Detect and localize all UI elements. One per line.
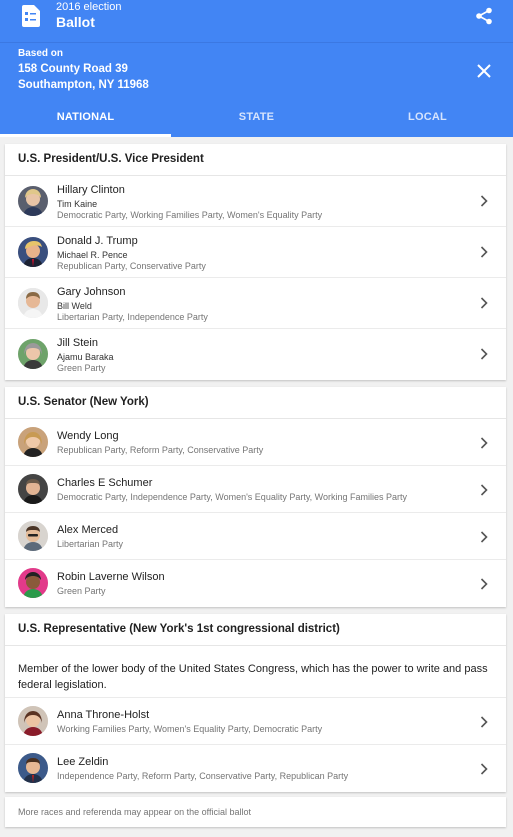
avatar — [18, 568, 48, 598]
address-line1: 158 County Road 39 — [18, 63, 128, 75]
candidate-row[interactable]: Anna Throne-Holst Working Families Party… — [5, 698, 506, 745]
candidate-row[interactable]: Robin Laverne Wilson Green Party — [5, 560, 506, 607]
chevron-right-icon — [480, 246, 488, 258]
share-icon[interactable] — [475, 7, 493, 25]
avatar — [18, 237, 48, 267]
chevron-right-icon — [480, 763, 488, 775]
avatar — [18, 186, 48, 216]
candidate-row[interactable]: Donald J. Trump Michael R. Pence Republi… — [5, 227, 506, 278]
candidate-parties: Green Party — [57, 363, 106, 373]
candidate-parties: Working Families Party, Women's Equality… — [57, 724, 323, 734]
race-title: U.S. Senator (New York) — [5, 387, 506, 419]
race-title: U.S. Representative (New York's 1st cong… — [5, 614, 506, 646]
candidate-row[interactable]: Gary Johnson Bill Weld Libertarian Party… — [5, 278, 506, 329]
chevron-right-icon — [480, 348, 488, 360]
chevron-right-icon — [480, 297, 488, 309]
avatar — [18, 288, 48, 318]
race-card-senator: U.S. Senator (New York) Wendy Long Repub… — [5, 387, 506, 607]
candidate-name: Robin Laverne Wilson — [57, 571, 165, 583]
candidate-parties: Libertarian Party — [57, 539, 124, 549]
avatar — [18, 427, 48, 457]
candidate-name: Gary Johnson — [57, 286, 126, 298]
chevron-right-icon — [480, 484, 488, 496]
candidate-parties: Libertarian Party, Independence Party — [57, 312, 208, 322]
race-card-president: U.S. President/U.S. Vice President Hilla… — [5, 144, 506, 380]
tab-state[interactable]: STATE — [171, 99, 342, 137]
candidate-parties: Democratic Party, Working Families Party… — [57, 210, 323, 220]
address-bar: Based on 158 County Road 39 Southampton,… — [0, 42, 513, 99]
app-subtitle: 2016 election — [56, 1, 122, 13]
candidate-name: Alex Merced — [57, 524, 119, 536]
candidate-parties: Green Party — [57, 586, 106, 596]
close-icon[interactable] — [477, 64, 491, 78]
ballot-footnote: More races and referenda may appear on t… — [5, 797, 506, 827]
candidate-name: Charles E Schumer — [57, 477, 153, 489]
ballot-icon — [22, 5, 40, 27]
avatar — [18, 706, 48, 736]
avatar — [18, 521, 48, 551]
avatar — [18, 753, 48, 783]
candidate-name: Jill Stein — [57, 337, 98, 349]
chevron-right-icon — [480, 195, 488, 207]
race-title: U.S. President/U.S. Vice President — [5, 144, 506, 176]
app-title: Ballot — [56, 14, 95, 30]
race-description: Member of the lower body of the United S… — [5, 646, 506, 698]
running-mate: Bill Weld — [57, 301, 92, 311]
candidate-name: Lee Zeldin — [57, 756, 109, 768]
candidate-row[interactable]: Wendy Long Republican Party, Reform Part… — [5, 419, 506, 466]
candidate-name: Anna Throne-Holst — [57, 709, 150, 721]
candidate-row[interactable]: Alex Merced Libertarian Party — [5, 513, 506, 560]
chevron-right-icon — [480, 531, 488, 543]
running-mate: Tim Kaine — [57, 199, 98, 209]
candidate-parties: Independence Party, Reform Party, Conser… — [57, 771, 349, 781]
candidate-name: Hillary Clinton — [57, 184, 125, 196]
chevron-right-icon — [480, 578, 488, 590]
avatar — [18, 474, 48, 504]
candidate-row[interactable]: Jill Stein Ajamu Baraka Green Party — [5, 329, 506, 380]
tab-local[interactable]: LOCAL — [342, 99, 513, 137]
candidate-row[interactable]: Lee Zeldin Independence Party, Reform Pa… — [5, 745, 506, 792]
candidate-row[interactable]: Hillary Clinton Tim Kaine Democratic Par… — [5, 176, 506, 227]
address-line2: Southampton, NY 11968 — [18, 79, 149, 91]
candidate-name: Wendy Long — [57, 430, 119, 442]
address-label: Based on — [18, 48, 64, 59]
race-card-representative: U.S. Representative (New York's 1st cong… — [5, 614, 506, 792]
running-mate: Ajamu Baraka — [57, 352, 114, 362]
chevron-right-icon — [480, 437, 488, 449]
candidate-parties: Democratic Party, Independence Party, Wo… — [57, 492, 408, 502]
candidate-parties: Republican Party, Conservative Party — [57, 261, 206, 271]
chevron-right-icon — [480, 716, 488, 728]
running-mate: Michael R. Pence — [57, 250, 128, 260]
candidate-row[interactable]: Charles E Schumer Democratic Party, Inde… — [5, 466, 506, 513]
avatar — [18, 339, 48, 369]
tab-national[interactable]: NATIONAL — [0, 99, 171, 137]
candidate-parties: Republican Party, Reform Party, Conserva… — [57, 445, 264, 455]
app-bar: 2016 election Ballot — [0, 0, 513, 42]
tab-bar: NATIONAL STATE LOCAL — [0, 99, 513, 137]
candidate-name: Donald J. Trump — [57, 235, 138, 247]
